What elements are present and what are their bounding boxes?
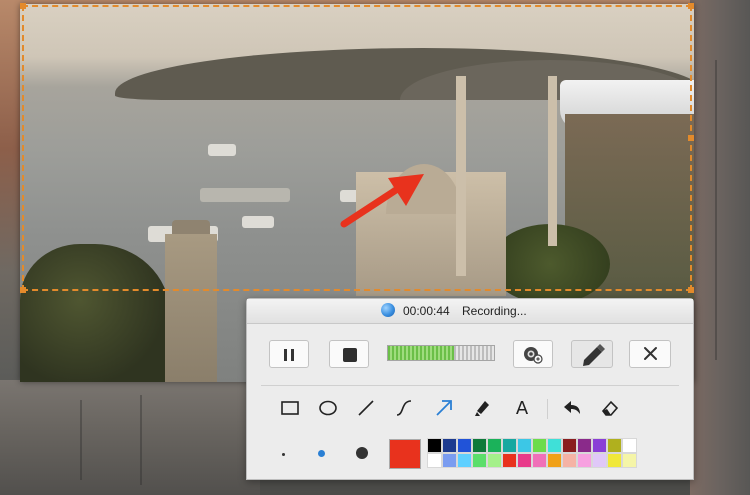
selection-handle[interactable] [688, 3, 694, 9]
color-swatch[interactable] [517, 453, 532, 468]
color-swatch[interactable] [562, 438, 577, 453]
color-swatch[interactable] [592, 453, 607, 468]
capture-selection-area[interactable] [20, 3, 694, 293]
color-swatch[interactable] [577, 438, 592, 453]
selected-color-swatch[interactable] [389, 439, 421, 469]
brush-size-medium[interactable] [318, 450, 325, 457]
undo-button[interactable] [559, 395, 585, 421]
wallpaper-cliff-bottom [0, 380, 260, 495]
wallpaper-cliff-right [690, 0, 750, 495]
color-swatch[interactable] [487, 438, 502, 453]
recording-status-label: Recording... [462, 304, 527, 318]
color-swatch[interactable] [472, 438, 487, 453]
elapsed-time: 00:00:44 [403, 304, 450, 318]
color-swatch[interactable] [517, 438, 532, 453]
highlighter-tool[interactable] [469, 395, 495, 421]
eraser-tool[interactable] [597, 395, 623, 421]
ellipse-icon [319, 400, 337, 416]
webcam-button[interactable] [513, 340, 553, 368]
curve-tool[interactable] [391, 395, 417, 421]
recording-status-bar: 00:00:44 Recording... [247, 299, 693, 324]
toolbar-separator [547, 399, 548, 419]
brush-size-small[interactable] [282, 453, 285, 456]
color-swatch[interactable] [442, 453, 457, 468]
recording-progress-bar [387, 345, 495, 361]
curve-icon [396, 400, 412, 416]
highlighter-icon [475, 401, 489, 416]
recording-indicator-icon [381, 303, 395, 317]
color-swatch[interactable] [607, 438, 622, 453]
recording-control-panel: 00:00:44 Recording... A [246, 298, 694, 480]
color-swatch[interactable] [427, 438, 442, 453]
color-swatch[interactable] [607, 453, 622, 468]
color-swatch[interactable] [592, 438, 607, 453]
color-swatch[interactable] [547, 453, 562, 468]
color-swatch[interactable] [532, 453, 547, 468]
color-swatch[interactable] [472, 453, 487, 468]
line-icon [358, 400, 374, 416]
selection-handle[interactable] [688, 135, 694, 141]
arrow-icon [436, 400, 452, 416]
text-tool[interactable]: A [509, 395, 535, 421]
color-swatch[interactable] [622, 438, 637, 453]
wallpaper-rock-line [80, 400, 82, 480]
color-swatch[interactable] [457, 438, 472, 453]
color-swatch[interactable] [532, 438, 547, 453]
undo-icon [564, 401, 580, 414]
color-swatch[interactable] [547, 438, 562, 453]
stop-icon [343, 348, 357, 362]
color-swatch[interactable] [427, 453, 442, 468]
rectangle-tool[interactable] [277, 395, 303, 421]
color-swatch[interactable] [502, 453, 517, 468]
close-button[interactable] [629, 340, 671, 368]
color-swatch[interactable] [442, 438, 457, 453]
close-icon [644, 347, 657, 360]
color-palette [427, 438, 637, 468]
color-swatch[interactable] [577, 453, 592, 468]
panel-divider [261, 385, 679, 386]
arrow-tool[interactable] [431, 395, 457, 421]
eraser-icon [601, 400, 619, 416]
color-swatch[interactable] [487, 453, 502, 468]
webcam-icon [524, 347, 543, 364]
pause-button[interactable] [269, 340, 309, 368]
brush-size-large[interactable] [356, 447, 368, 459]
rectangle-icon [281, 401, 299, 415]
ellipse-tool[interactable] [315, 395, 341, 421]
stop-button[interactable] [329, 340, 369, 368]
color-swatch[interactable] [502, 438, 517, 453]
color-swatch[interactable] [622, 453, 637, 468]
progress-fill [388, 346, 454, 360]
color-swatch[interactable] [457, 453, 472, 468]
selection-handle[interactable] [20, 287, 26, 293]
annotate-button[interactable] [571, 340, 613, 368]
wallpaper-rock-line [140, 395, 142, 485]
wallpaper-rock-line [715, 60, 717, 360]
pencil-icon [583, 344, 605, 366]
selection-handle[interactable] [688, 287, 694, 293]
annotation-arrow[interactable] [338, 168, 428, 230]
selection-handle[interactable] [20, 3, 26, 9]
progress-remaining [453, 346, 494, 360]
color-swatch[interactable] [562, 453, 577, 468]
line-tool[interactable] [353, 395, 379, 421]
